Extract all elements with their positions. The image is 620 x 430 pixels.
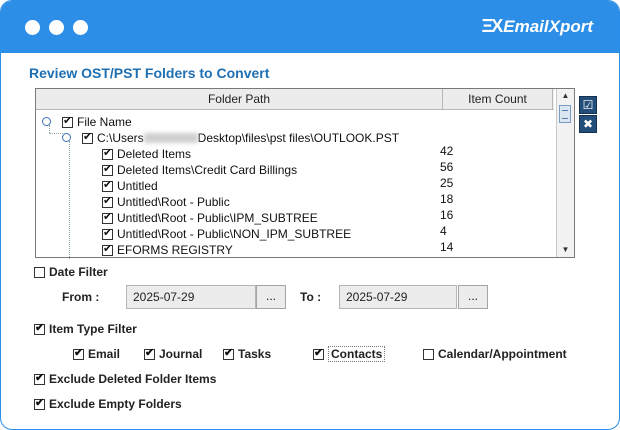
date-filter-checkbox[interactable] [34, 267, 45, 278]
folder-checkbox[interactable] [102, 243, 113, 256]
exclude-empty-option[interactable]: Exclude Empty Folders [34, 397, 182, 411]
window-minimize-dot[interactable] [49, 20, 64, 35]
to-label: To : [300, 290, 322, 304]
type-tasks-option[interactable]: Tasks [223, 347, 271, 361]
scroll-down-icon[interactable]: ▼ [557, 243, 574, 257]
type-journal-label: Journal [159, 347, 203, 361]
from-date-field[interactable]: 2025-07-29 [126, 285, 256, 309]
redacted-username [143, 133, 198, 143]
type-tasks-checkbox[interactable] [223, 347, 234, 360]
brand-name: EmailXport [503, 16, 593, 36]
type-tasks-label: Tasks [238, 347, 272, 361]
folder-item-count: 25 [440, 176, 454, 190]
tree-root-label: File Name [77, 115, 132, 129]
window-close-dot[interactable] [25, 20, 40, 35]
item-type-filter-label: Item Type Filter [49, 322, 137, 336]
item-type-filter-option[interactable]: Item Type Filter [34, 322, 137, 336]
pst-path-prefix: C:\Users [97, 131, 144, 145]
to-date-field[interactable]: 2025-07-29 [339, 285, 457, 309]
folder-item-count: 16 [440, 208, 454, 222]
type-email-label: Email [88, 347, 121, 361]
folder-name: Untitled [117, 179, 158, 193]
exclude-deleted-option[interactable]: Exclude Deleted Folder Items [34, 372, 216, 386]
folder-checkbox[interactable] [102, 195, 113, 208]
folder-name: Untitled\Root - Public\IPM_SUBTREE [117, 211, 318, 225]
title-bar: ΞX EmailXport [1, 1, 619, 53]
folder-item-count: 18 [440, 192, 454, 206]
type-contacts-label: Contacts [328, 346, 386, 362]
pst-file-checkbox[interactable] [82, 131, 93, 144]
to-date-picker-button[interactable]: ... [458, 285, 488, 309]
date-filter-option[interactable]: Date Filter [34, 265, 108, 279]
tree-root-checkbox[interactable] [62, 115, 73, 128]
folder-checkbox[interactable] [102, 147, 113, 160]
folder-item-count: 4 [440, 224, 447, 238]
window-maximize-dot[interactable] [73, 20, 88, 35]
date-filter-label: Date Filter [49, 265, 108, 279]
clear-all-icon: ✖ [582, 117, 594, 131]
folder-row[interactable]: Untitled [102, 178, 158, 194]
tree-scrollbar[interactable]: ▲ ▼ [556, 89, 574, 257]
type-journal-option[interactable]: Journal [144, 347, 202, 361]
folder-item-count: 14 [440, 240, 454, 254]
page-title: Review OST/PST Folders to Convert [29, 65, 270, 81]
folder-row[interactable]: Untitled\Root - Public\NON_IPM_SUBTREE [102, 226, 351, 242]
exclude-empty-label: Exclude Empty Folders [49, 397, 182, 411]
folder-name: EFORMS REGISTRY [117, 243, 233, 257]
app-window: ΞX EmailXport Review OST/PST Folders to … [0, 0, 620, 430]
from-date-picker-button[interactable]: ... [256, 285, 286, 309]
folder-checkbox[interactable] [102, 227, 113, 240]
folder-row[interactable]: Deleted Items [102, 146, 191, 162]
tree-expand-icon[interactable] [42, 117, 51, 126]
deselect-all-button[interactable]: ✖ [579, 115, 597, 133]
type-journal-checkbox[interactable] [144, 347, 155, 360]
from-label: From : [62, 290, 100, 304]
column-header-folder-path[interactable]: Folder Path [36, 89, 443, 109]
folder-item-count: 42 [440, 144, 454, 158]
folder-row[interactable]: Untitled\Root - Public\IPM_SUBTREE [102, 210, 318, 226]
exclude-deleted-checkbox[interactable] [34, 372, 45, 385]
folder-row[interactable]: Deleted Items\Credit Card Billings [102, 162, 297, 178]
tree-expand-icon[interactable] [62, 133, 71, 142]
brand-logo: ΞX EmailXport [482, 16, 593, 37]
exclude-empty-checkbox[interactable] [34, 397, 45, 410]
folder-name: Deleted Items [117, 147, 192, 161]
item-type-filter-checkbox[interactable] [34, 322, 45, 335]
type-contacts-option[interactable]: Contacts [313, 346, 386, 362]
folder-item-count: 56 [440, 160, 454, 174]
column-header-item-count[interactable]: Item Count [443, 89, 553, 109]
type-email-checkbox[interactable] [73, 347, 84, 360]
tree-connector [69, 141, 70, 259]
folder-name: Untitled\Root - Public\NON_IPM_SUBTREE [117, 227, 352, 241]
select-all-button[interactable]: ☑ [579, 96, 597, 114]
tree-connector [49, 133, 63, 134]
scroll-thumb[interactable] [559, 105, 571, 123]
tree-connector [49, 125, 50, 133]
type-email-option[interactable]: Email [73, 347, 120, 361]
pst-path-suffix: Desktop\files\pst files\OUTLOOK.PST [197, 131, 400, 145]
folder-checkbox[interactable] [102, 211, 113, 224]
folder-row[interactable]: Untitled\Root - Public [102, 194, 230, 210]
type-contacts-checkbox[interactable] [313, 347, 324, 360]
exclude-deleted-label: Exclude Deleted Folder Items [49, 372, 217, 386]
table-header: Folder Path Item Count [36, 89, 554, 110]
folder-checkbox[interactable] [102, 179, 113, 192]
type-calendar-label: Calendar/Appointment [438, 347, 567, 361]
folder-checkbox[interactable] [102, 163, 113, 176]
type-calendar-option[interactable]: Calendar/Appointment [423, 347, 567, 361]
type-calendar-checkbox[interactable] [423, 349, 434, 360]
scroll-up-icon[interactable]: ▲ [557, 89, 574, 103]
folder-row[interactable]: EFORMS REGISTRY [102, 242, 233, 258]
folder-name: Untitled\Root - Public [117, 195, 230, 209]
folder-name: Deleted Items\Credit Card Billings [117, 163, 298, 177]
folder-tree-table: Folder Path Item Count File Name C:\User… [35, 88, 575, 259]
brand-logo-icon: ΞX [481, 16, 504, 36]
check-all-icon: ☑ [582, 98, 594, 112]
